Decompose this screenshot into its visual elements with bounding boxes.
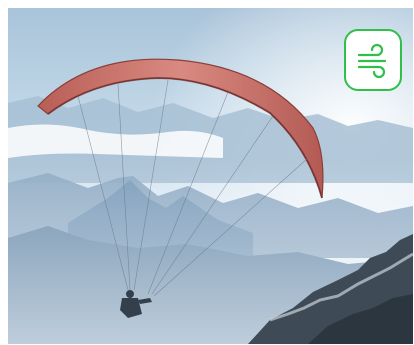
wind-badge (344, 29, 402, 91)
photo-frame (8, 8, 413, 344)
wind-icon (357, 43, 387, 79)
